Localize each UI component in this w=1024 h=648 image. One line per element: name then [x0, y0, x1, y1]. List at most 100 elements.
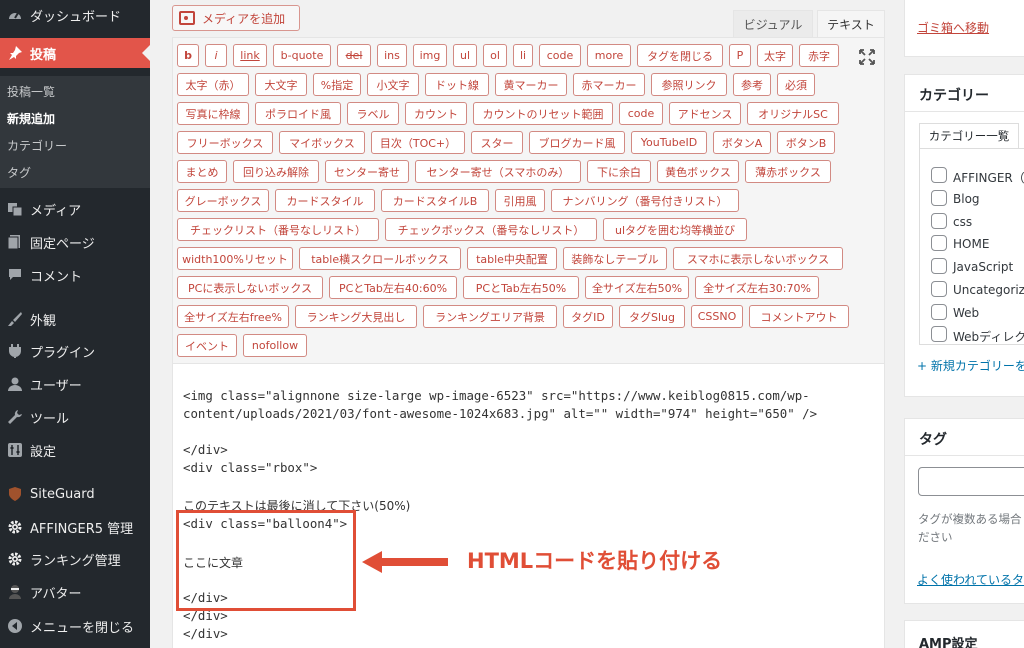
tab-text[interactable]: テキスト [817, 10, 885, 37]
qt-button[interactable]: PCとTab左右50% [463, 276, 579, 299]
qt-button[interactable]: b-quote [273, 44, 331, 67]
menu-media[interactable]: メディア [0, 194, 150, 224]
qt-button[interactable]: ボタンA [713, 131, 771, 154]
qt-button[interactable]: ドット線 [425, 73, 489, 96]
qt-button[interactable]: code [539, 44, 581, 67]
qt-button[interactable]: PCに表示しないボックス [177, 276, 323, 299]
qt-button[interactable]: b [177, 44, 199, 67]
qt-button[interactable]: 装飾なしテーブル [563, 247, 667, 270]
qt-button[interactable]: イベント [177, 334, 237, 357]
qt-button[interactable]: 小文字 [367, 73, 419, 96]
qt-button[interactable]: ブログカード風 [529, 131, 625, 154]
tab-visual[interactable]: ビジュアル [733, 10, 813, 37]
qt-button[interactable]: ランキングエリア背景 [423, 305, 557, 328]
category-checkbox[interactable] [931, 304, 947, 320]
menu-appearance[interactable]: 外観 [0, 304, 150, 334]
menu-settings[interactable]: 設定 [0, 435, 150, 465]
qt-button[interactable]: 大文字 [255, 73, 307, 96]
qt-button[interactable]: コメントアウト [749, 305, 849, 328]
tag-input[interactable] [918, 467, 1024, 496]
qt-button[interactable]: ボタンB [777, 131, 835, 154]
category-checkbox[interactable] [931, 235, 947, 251]
qt-button[interactable]: 赤マーカー [573, 73, 645, 96]
qt-button[interactable]: li [513, 44, 533, 67]
qt-button[interactable]: ol [483, 44, 507, 67]
qt-button[interactable]: スター [471, 131, 523, 154]
category-checkbox[interactable] [931, 258, 947, 274]
trash-link[interactable]: ゴミ箱へ移動 [917, 19, 989, 36]
fullscreen-icon[interactable] [858, 48, 876, 66]
qt-button[interactable]: 太字 [757, 44, 793, 67]
qt-button[interactable]: ulタグを囲む均等横並び [603, 218, 747, 241]
menu-collapse[interactable]: メニューを閉じる [0, 611, 150, 641]
qt-button[interactable]: 太字（赤） [177, 73, 249, 96]
menu-pages[interactable]: 固定ページ [0, 227, 150, 257]
qt-button[interactable]: 目次（TOC+） [371, 131, 465, 154]
menu-comments[interactable]: コメント [0, 260, 150, 290]
qt-button[interactable]: スマホに表示しないボックス [673, 247, 843, 270]
qt-button[interactable]: まとめ [177, 160, 227, 183]
qt-button[interactable]: グレーボックス [177, 189, 269, 212]
qt-button[interactable]: width100%リセット [177, 247, 293, 270]
category-checkbox[interactable] [931, 326, 947, 342]
qt-button[interactable]: ins [377, 44, 407, 67]
qt-button[interactable]: CSSNO [691, 305, 743, 328]
qt-button[interactable]: %指定 [313, 73, 361, 96]
qt-button[interactable]: タグSlug [619, 305, 685, 328]
qt-button[interactable]: nofollow [243, 334, 307, 357]
qt-button[interactable]: センター寄せ [325, 160, 409, 183]
qt-button[interactable]: 必須 [777, 73, 815, 96]
submenu-add-new[interactable]: 新規追加 [7, 110, 55, 127]
qt-button[interactable]: カウントのリセット範囲 [473, 102, 613, 125]
menu-avatar[interactable]: アバター [0, 577, 150, 607]
category-checkbox[interactable] [931, 167, 947, 183]
category-checkbox[interactable] [931, 190, 947, 206]
qt-button[interactable]: 参考 [733, 73, 771, 96]
menu-users[interactable]: ユーザー [0, 369, 150, 399]
menu-posts[interactable]: 投稿 [0, 38, 150, 68]
qt-button[interactable]: 回り込み解除 [233, 160, 319, 183]
qt-button[interactable]: del [337, 44, 371, 67]
category-checkbox[interactable] [931, 281, 947, 297]
qt-button[interactable]: タグを閉じる [637, 44, 723, 67]
qt-button[interactable]: チェックボックス（番号なしリスト） [385, 218, 597, 241]
qt-button[interactable]: センター寄せ（スマホのみ） [415, 160, 581, 183]
qt-button[interactable]: ul [453, 44, 477, 67]
category-checkbox[interactable] [931, 213, 947, 229]
qt-button[interactable]: 引用風 [495, 189, 545, 212]
qt-button[interactable]: 全サイズ左右30:70% [695, 276, 819, 299]
qt-button[interactable]: ナンバリング（番号付きリスト） [551, 189, 739, 212]
qt-button[interactable]: 薄赤ボックス [745, 160, 831, 183]
menu-dashboard[interactable]: ダッシュボード [0, 0, 150, 30]
qt-button[interactable]: ポラロイド風 [255, 102, 341, 125]
menu-ranking[interactable]: ランキング管理 [0, 544, 150, 574]
qt-button[interactable]: オリジナルSC [747, 102, 839, 125]
qt-button[interactable]: table横スクロールボックス [299, 247, 461, 270]
submenu-tags[interactable]: タグ [7, 164, 31, 181]
qt-button[interactable]: 下に余白 [587, 160, 651, 183]
qt-button[interactable]: ランキング大見出し [295, 305, 417, 328]
qt-button[interactable]: タグID [563, 305, 613, 328]
menu-tools[interactable]: ツール [0, 402, 150, 432]
qt-button[interactable]: more [587, 44, 631, 67]
qt-button[interactable]: チェックリスト（番号なしリスト） [177, 218, 379, 241]
qt-button[interactable]: 全サイズ左右free% [177, 305, 289, 328]
qt-button[interactable]: 写真に枠線 [177, 102, 249, 125]
tab-all-categories[interactable]: カテゴリー一覧 [919, 123, 1019, 149]
add-category-link[interactable]: + 新規カテゴリーを [917, 357, 1024, 374]
add-media-button[interactable]: メディアを追加 [172, 5, 300, 31]
qt-button[interactable]: img [413, 44, 447, 67]
qt-button[interactable]: フリーボックス [177, 131, 273, 154]
qt-button[interactable]: カードスタイルB [381, 189, 489, 212]
qt-button[interactable]: table中央配置 [467, 247, 557, 270]
qt-button[interactable]: code [619, 102, 663, 125]
menu-affinger[interactable]: AFFINGER5 管理 [0, 512, 150, 542]
qt-button[interactable]: i [205, 44, 227, 67]
qt-button[interactable]: 黄色ボックス [657, 160, 739, 183]
qt-button[interactable]: P [729, 44, 751, 67]
qt-button[interactable]: 黄マーカー [495, 73, 567, 96]
qt-button[interactable]: アドセンス [669, 102, 741, 125]
qt-button[interactable]: カードスタイル [275, 189, 375, 212]
submenu-all-posts[interactable]: 投稿一覧 [7, 83, 55, 100]
submenu-categories[interactable]: カテゴリー [7, 137, 67, 154]
